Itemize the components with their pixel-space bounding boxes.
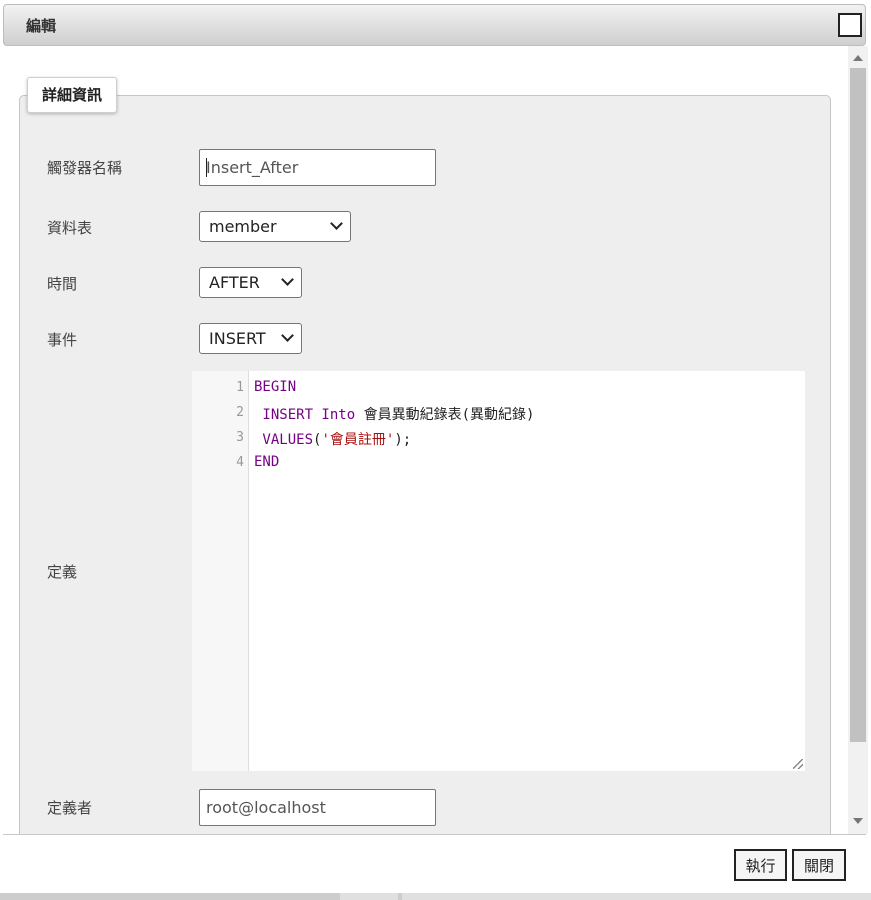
resize-handle-icon[interactable] xyxy=(793,759,803,769)
event-label: 事件 xyxy=(47,331,78,349)
code-keyword: VALUES xyxy=(254,432,314,448)
event-select[interactable]: INSERT xyxy=(199,323,302,354)
execute-button[interactable]: 執行 xyxy=(734,849,787,881)
code-text: 會員異動紀錄表(異動紀錄) xyxy=(355,407,535,423)
trigger-name-value: Insert_After xyxy=(206,158,299,177)
line-number-gutter: 1 2 3 4 xyxy=(192,371,249,771)
event-select-value: INSERT xyxy=(209,329,266,348)
line-number: 4 xyxy=(236,455,244,470)
footer-divider xyxy=(3,834,866,835)
maximize-icon[interactable] xyxy=(838,13,862,37)
code-string: '會員註冊' xyxy=(321,432,395,448)
background-segment xyxy=(0,893,340,900)
definition-label: 定義 xyxy=(47,563,78,581)
trigger-name-label: 觸發器名稱 xyxy=(47,159,123,177)
close-button[interactable]: 關閉 xyxy=(792,849,846,881)
timing-label: 時間 xyxy=(47,275,78,293)
dialog-titlebar: 編輯 xyxy=(3,4,866,46)
dialog-title: 編輯 xyxy=(26,17,57,35)
table-label: 資料表 xyxy=(47,219,93,237)
table-select-value: member xyxy=(209,217,277,236)
table-select[interactable]: member xyxy=(199,211,351,242)
code-text: ); xyxy=(394,432,412,448)
timing-select-value: AFTER xyxy=(209,273,260,292)
dialog-content: 詳細資訊 觸發器名稱 Insert_After 資料表 member 時間 AF… xyxy=(3,46,848,834)
content-scrollbar[interactable] xyxy=(848,46,868,834)
code-line: END xyxy=(254,454,279,470)
code-line: BEGIN xyxy=(254,379,296,395)
timing-select[interactable]: AFTER xyxy=(199,267,302,298)
scrollbar-thumb[interactable] xyxy=(850,68,866,742)
scroll-up-arrow-icon[interactable] xyxy=(853,55,863,61)
code-line: INSERT Into 會員異動紀錄表(異動紀錄) xyxy=(254,404,534,424)
line-number: 2 xyxy=(236,405,244,420)
background-segment xyxy=(398,893,402,900)
details-legend: 詳細資訊 xyxy=(27,77,118,113)
code-line: VALUES('會員註冊'); xyxy=(254,429,411,449)
code-keyword: END xyxy=(254,454,280,470)
line-number: 1 xyxy=(236,380,244,395)
chevron-down-icon xyxy=(281,273,294,286)
code-keyword: INSERT Into xyxy=(254,407,356,423)
trigger-name-input[interactable]: Insert_After xyxy=(199,149,436,186)
line-number: 3 xyxy=(236,430,244,445)
code-keyword: BEGIN xyxy=(254,379,297,395)
background-strip xyxy=(0,893,871,900)
chevron-down-icon xyxy=(330,217,343,230)
definition-code-editor[interactable]: 1 2 3 4 BEGIN INSERT Into 會員異動紀錄表(異動紀錄) … xyxy=(192,371,805,771)
definer-input[interactable]: root@localhost xyxy=(199,789,436,826)
definer-label: 定義者 xyxy=(47,799,93,817)
scroll-down-arrow-icon[interactable] xyxy=(853,818,863,824)
chevron-down-icon xyxy=(281,329,294,342)
